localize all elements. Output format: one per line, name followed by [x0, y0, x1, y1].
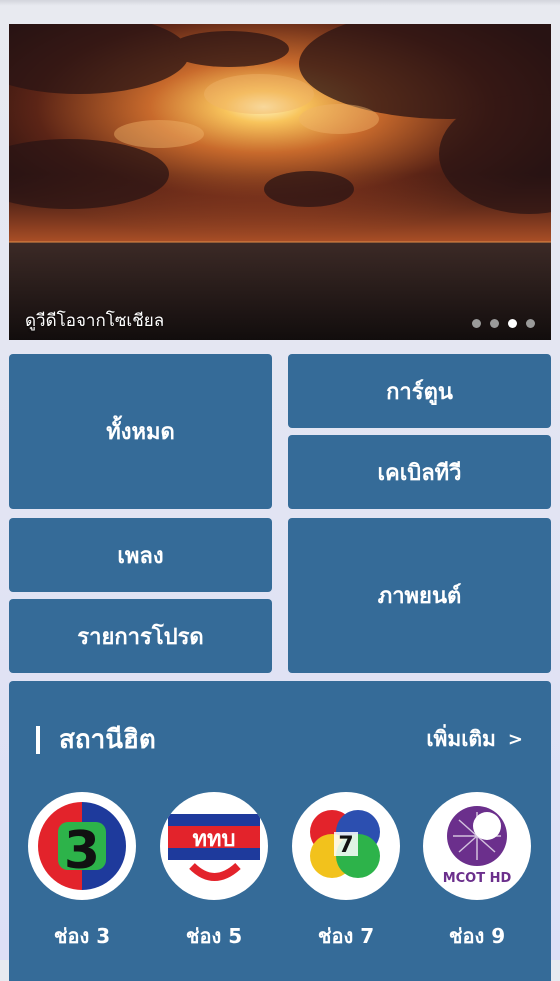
channel-3-logo-icon[interactable]: 3 — [28, 792, 136, 900]
section-accent-bar — [36, 726, 40, 754]
channel-label: ช่อง 9 — [448, 924, 506, 948]
more-label: เพิ่มเติม — [426, 727, 496, 751]
section-title: สถานีฮิต — [59, 725, 156, 755]
channel-5-logo-icon[interactable]: ททบ — [160, 792, 268, 900]
channel-label: ช่อง 3 — [53, 924, 111, 948]
carousel-indicator — [472, 319, 535, 328]
svg-text:7: 7 — [338, 833, 353, 858]
banner-carousel[interactable]: ดูวีดีโอจากโซเชียล — [9, 24, 551, 340]
carousel-dot[interactable] — [472, 319, 481, 328]
channel-item[interactable]: ททบ ช่อง 5 — [159, 792, 269, 952]
channel-label: ช่อง 7 — [317, 924, 375, 948]
status-bar — [0, 0, 560, 6]
category-cartoon-button[interactable]: การ์ตูน — [288, 354, 551, 428]
category-movies-button[interactable]: ภาพยนต์ — [288, 518, 551, 673]
chevron-right-icon: > — [507, 729, 523, 750]
channel-9-logo-icon[interactable]: MCOT HD — [423, 792, 531, 900]
channel-item[interactable]: 3 ช่อง 3 — [27, 792, 137, 952]
category-all-button[interactable]: ทั้งหมด — [9, 354, 272, 509]
category-favorites-button[interactable]: รายการโปรด — [9, 599, 272, 673]
carousel-dot[interactable] — [526, 319, 535, 328]
svg-text:3: 3 — [64, 821, 100, 881]
category-cable-tv-button[interactable]: เคเบิลทีวี — [288, 435, 551, 509]
banner-caption: ดูวีดีโอจากโซเชียล — [25, 311, 165, 331]
more-button[interactable]: เพิ่มเติม > — [426, 723, 523, 756]
channel-label: ช่อง 5 — [185, 924, 243, 948]
svg-text:MCOT HD: MCOT HD — [443, 871, 512, 886]
hit-stations-section: สถานีฮิต เพิ่มเติม > 3 ช่อง 3 ททบ ช่อง 5… — [9, 681, 551, 981]
channel-item[interactable]: 7 ช่อง 7 — [291, 792, 401, 952]
carousel-dot-active[interactable] — [508, 319, 517, 328]
channel-item[interactable]: MCOT HD ช่อง 9 — [422, 792, 532, 952]
channel-7-logo-icon[interactable]: 7 — [292, 792, 400, 900]
carousel-dot[interactable] — [490, 319, 499, 328]
sunset-image — [9, 24, 551, 340]
category-music-button[interactable]: เพลง — [9, 518, 272, 592]
svg-text:ททบ: ททบ — [193, 827, 236, 852]
